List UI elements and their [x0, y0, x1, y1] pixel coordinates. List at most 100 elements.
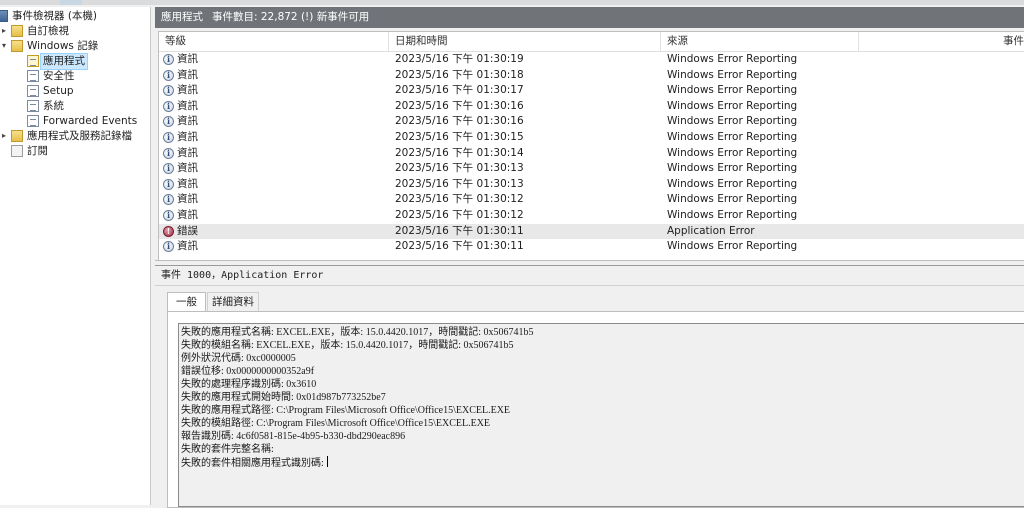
row-source: Windows Error Reporting [667, 53, 798, 65]
description-line: 失敗的應用程式開始時間: 0x01d987b773252be7 [181, 391, 386, 404]
information-icon: i [163, 194, 174, 206]
folder-icon [11, 130, 23, 142]
description-line: 失敗的模組路徑: C:\Program Files\Microsoft Offi… [181, 417, 490, 430]
event-viewer-icon [0, 10, 8, 22]
log-icon [27, 55, 39, 67]
row-datetime: 2023/5/16 下午 01:30:12 [395, 209, 524, 221]
description-line: 失敗的處理程序識別碼: 0x3610 [181, 378, 316, 391]
tree-item-label: 安全性 [43, 70, 75, 82]
row-level: 資訊 [177, 162, 198, 175]
tree-item-log-security[interactable]: 安全性 [0, 69, 150, 84]
tab-details[interactable]: 詳細資料 [207, 292, 259, 311]
information-icon: i [163, 163, 174, 175]
log-icon [27, 70, 39, 82]
log-icon [27, 85, 39, 97]
information-icon: i [163, 178, 174, 190]
description-text: 報告識別碼: 4c6f0581-815e-4b95-b330-dbd290eac… [181, 431, 406, 442]
column-divider[interactable] [660, 32, 661, 51]
tree-item-root[interactable]: 事件檢視器 (本機) [0, 9, 150, 24]
row-datetime: 2023/5/16 下午 01:30:15 [395, 131, 524, 143]
information-icon: i [163, 132, 174, 143]
tree-item-root-label: 事件檢視器 (本機) [12, 10, 98, 22]
description-text: 失敗的處理程序識別碼: 0x3610 [181, 379, 317, 390]
row-source: Windows Error Reporting [667, 68, 798, 81]
row-datetime: 2023/5/16 下午 01:30:19 [395, 53, 524, 65]
event-description-box[interactable]: 失敗的應用程式名稱: EXCEL.EXE，版本: 15.0.4420.1017，… [178, 323, 1024, 507]
tree-item-log-forwarded[interactable]: Forwarded Events [0, 114, 150, 129]
text-caret [326, 456, 328, 467]
table-row[interactable]: i 資訊 2023/5/16 下午 01:30:16 Windows Error Re… [159, 114, 1024, 130]
description-text: 例外狀況代碼: 0xc0000005 [181, 353, 296, 364]
tree-item-label: 應用程式 [40, 53, 88, 70]
column-header-source[interactable]: 來源 [667, 32, 688, 51]
events-grid[interactable]: 等級 日期和時間 來源 事件 i 資訊 2023/5/16 下午 01:30:19 W… [158, 31, 1024, 262]
table-row[interactable]: i 資訊 2023/5/16 下午 01:30:13 Windows Error Re… [159, 161, 1024, 177]
row-datetime: 2023/5/16 下午 01:30:11 [395, 224, 524, 237]
tree-item-log-system[interactable]: 系統 [0, 99, 150, 114]
column-divider[interactable] [858, 32, 859, 51]
row-level: 資訊 [177, 240, 198, 253]
tree-item-label: Setup [43, 85, 74, 97]
table-row[interactable]: i 資訊 2023/5/16 下午 01:30:15 Windows Error Re… [159, 130, 1024, 146]
folder-icon [11, 40, 23, 52]
row-datetime: 2023/5/16 下午 01:30:16 [395, 115, 524, 128]
description-text: 失敗的應用程式開始時間: 0x01d987b773252be7 [181, 392, 386, 403]
chevron-right-icon[interactable]: ▸ [0, 25, 8, 37]
tree-item-log-setup[interactable]: Setup [0, 84, 150, 99]
column-header-event[interactable]: 事件 [1003, 32, 1024, 51]
event-detail-title: 事件 1000，Application Error [161, 270, 324, 281]
row-level: 資訊 [177, 146, 198, 159]
column-divider[interactable] [388, 32, 389, 51]
table-row[interactable]: i 資訊 2023/5/16 下午 01:30:19 Windows Error Re… [159, 52, 1024, 68]
tree-item-windows-logs[interactable]: ▾ Windows 記錄 [0, 39, 150, 54]
tree-item-subscriptions-label: 訂閱 [27, 145, 48, 157]
row-source: Windows Error Reporting [667, 209, 798, 221]
row-level: 資訊 [177, 115, 198, 128]
window-top-strip [0, 0, 1024, 5]
log-header-bar: 應用程式 事件數目: 22,872 (!) 新事件可用 [155, 7, 1024, 28]
log-icon [27, 100, 39, 112]
row-level: 資訊 [177, 131, 198, 143]
row-level: 資訊 [177, 84, 198, 97]
chevron-right-icon[interactable]: ▸ [0, 130, 8, 142]
row-source: Windows Error Reporting [667, 99, 798, 112]
table-row[interactable]: i 資訊 2023/5/16 下午 01:30:14 Windows Error Re… [159, 146, 1024, 162]
description-line: 例外狀況代碼: 0xc0000005 [181, 352, 296, 365]
row-level: 資訊 [177, 209, 198, 221]
tab-general[interactable]: 一般 [167, 292, 206, 312]
table-row[interactable]: i 資訊 2023/5/16 下午 01:30:12 Windows Error Re… [159, 208, 1024, 224]
row-source: Windows Error Reporting [667, 177, 798, 190]
tree-item-apps-services[interactable]: ▸ 應用程式及服務記錄檔 [0, 129, 150, 144]
column-header-datetime[interactable]: 日期和時間 [395, 32, 448, 51]
event-detail-pane: 事件 1000，Application Error 一般 詳細資料 失敗的應用程… [155, 265, 1024, 508]
tree-item-custom-views-label: 自訂檢視 [27, 25, 69, 37]
tree-item-subscriptions[interactable]: 訂閱 [0, 144, 150, 159]
error-icon: ! [163, 225, 174, 237]
row-source: Application Error [667, 224, 755, 237]
information-icon: i [163, 116, 174, 128]
row-datetime: 2023/5/16 下午 01:30:14 [395, 146, 524, 159]
table-row[interactable]: i 資訊 2023/5/16 下午 01:30:17 Windows Error Re… [159, 83, 1024, 99]
information-icon: i [163, 69, 174, 81]
row-level: 資訊 [177, 68, 198, 81]
table-row[interactable]: ! 錯誤 2023/5/16 下午 01:30:11 Application Erro… [159, 223, 1024, 240]
row-datetime: 2023/5/16 下午 01:30:18 [395, 68, 524, 81]
tree-item-label: Forwarded Events [43, 115, 138, 127]
row-source: Windows Error Reporting [667, 146, 798, 159]
table-row[interactable]: i 資訊 2023/5/16 下午 01:30:18 Windows Error Re… [159, 68, 1024, 84]
tree-item-log-application[interactable]: 應用程式 [0, 53, 150, 70]
description-text: 失敗的應用程式路徑: C:\Program Files\Microsoft Of… [181, 405, 511, 416]
tree-item-custom-views[interactable]: ▸ 自訂檢視 [0, 24, 150, 39]
chevron-down-icon[interactable]: ▾ [0, 40, 8, 52]
row-datetime: 2023/5/16 下午 01:30:17 [395, 84, 524, 97]
table-row[interactable]: i 資訊 2023/5/16 下午 01:30:11 Windows Error Re… [159, 239, 1024, 255]
table-row[interactable]: i 資訊 2023/5/16 下午 01:30:13 Windows Error Re… [159, 177, 1024, 193]
information-icon: i [163, 54, 174, 65]
description-line: 失敗的應用程式名稱: EXCEL.EXE，版本: 15.0.4420.1017，… [181, 326, 534, 339]
event-count: 事件數目: 22,872 (!) 新事件可用 [212, 11, 370, 23]
folder-icon [11, 25, 23, 37]
column-header-level[interactable]: 等級 [165, 32, 186, 51]
table-row[interactable]: i 資訊 2023/5/16 下午 01:30:16 Windows Error Re… [159, 99, 1024, 115]
description-text: 錯誤位移: 0x0000000000352a9f [181, 366, 315, 377]
table-row[interactable]: i 資訊 2023/5/16 下午 01:30:12 Windows Error Re… [159, 192, 1024, 208]
